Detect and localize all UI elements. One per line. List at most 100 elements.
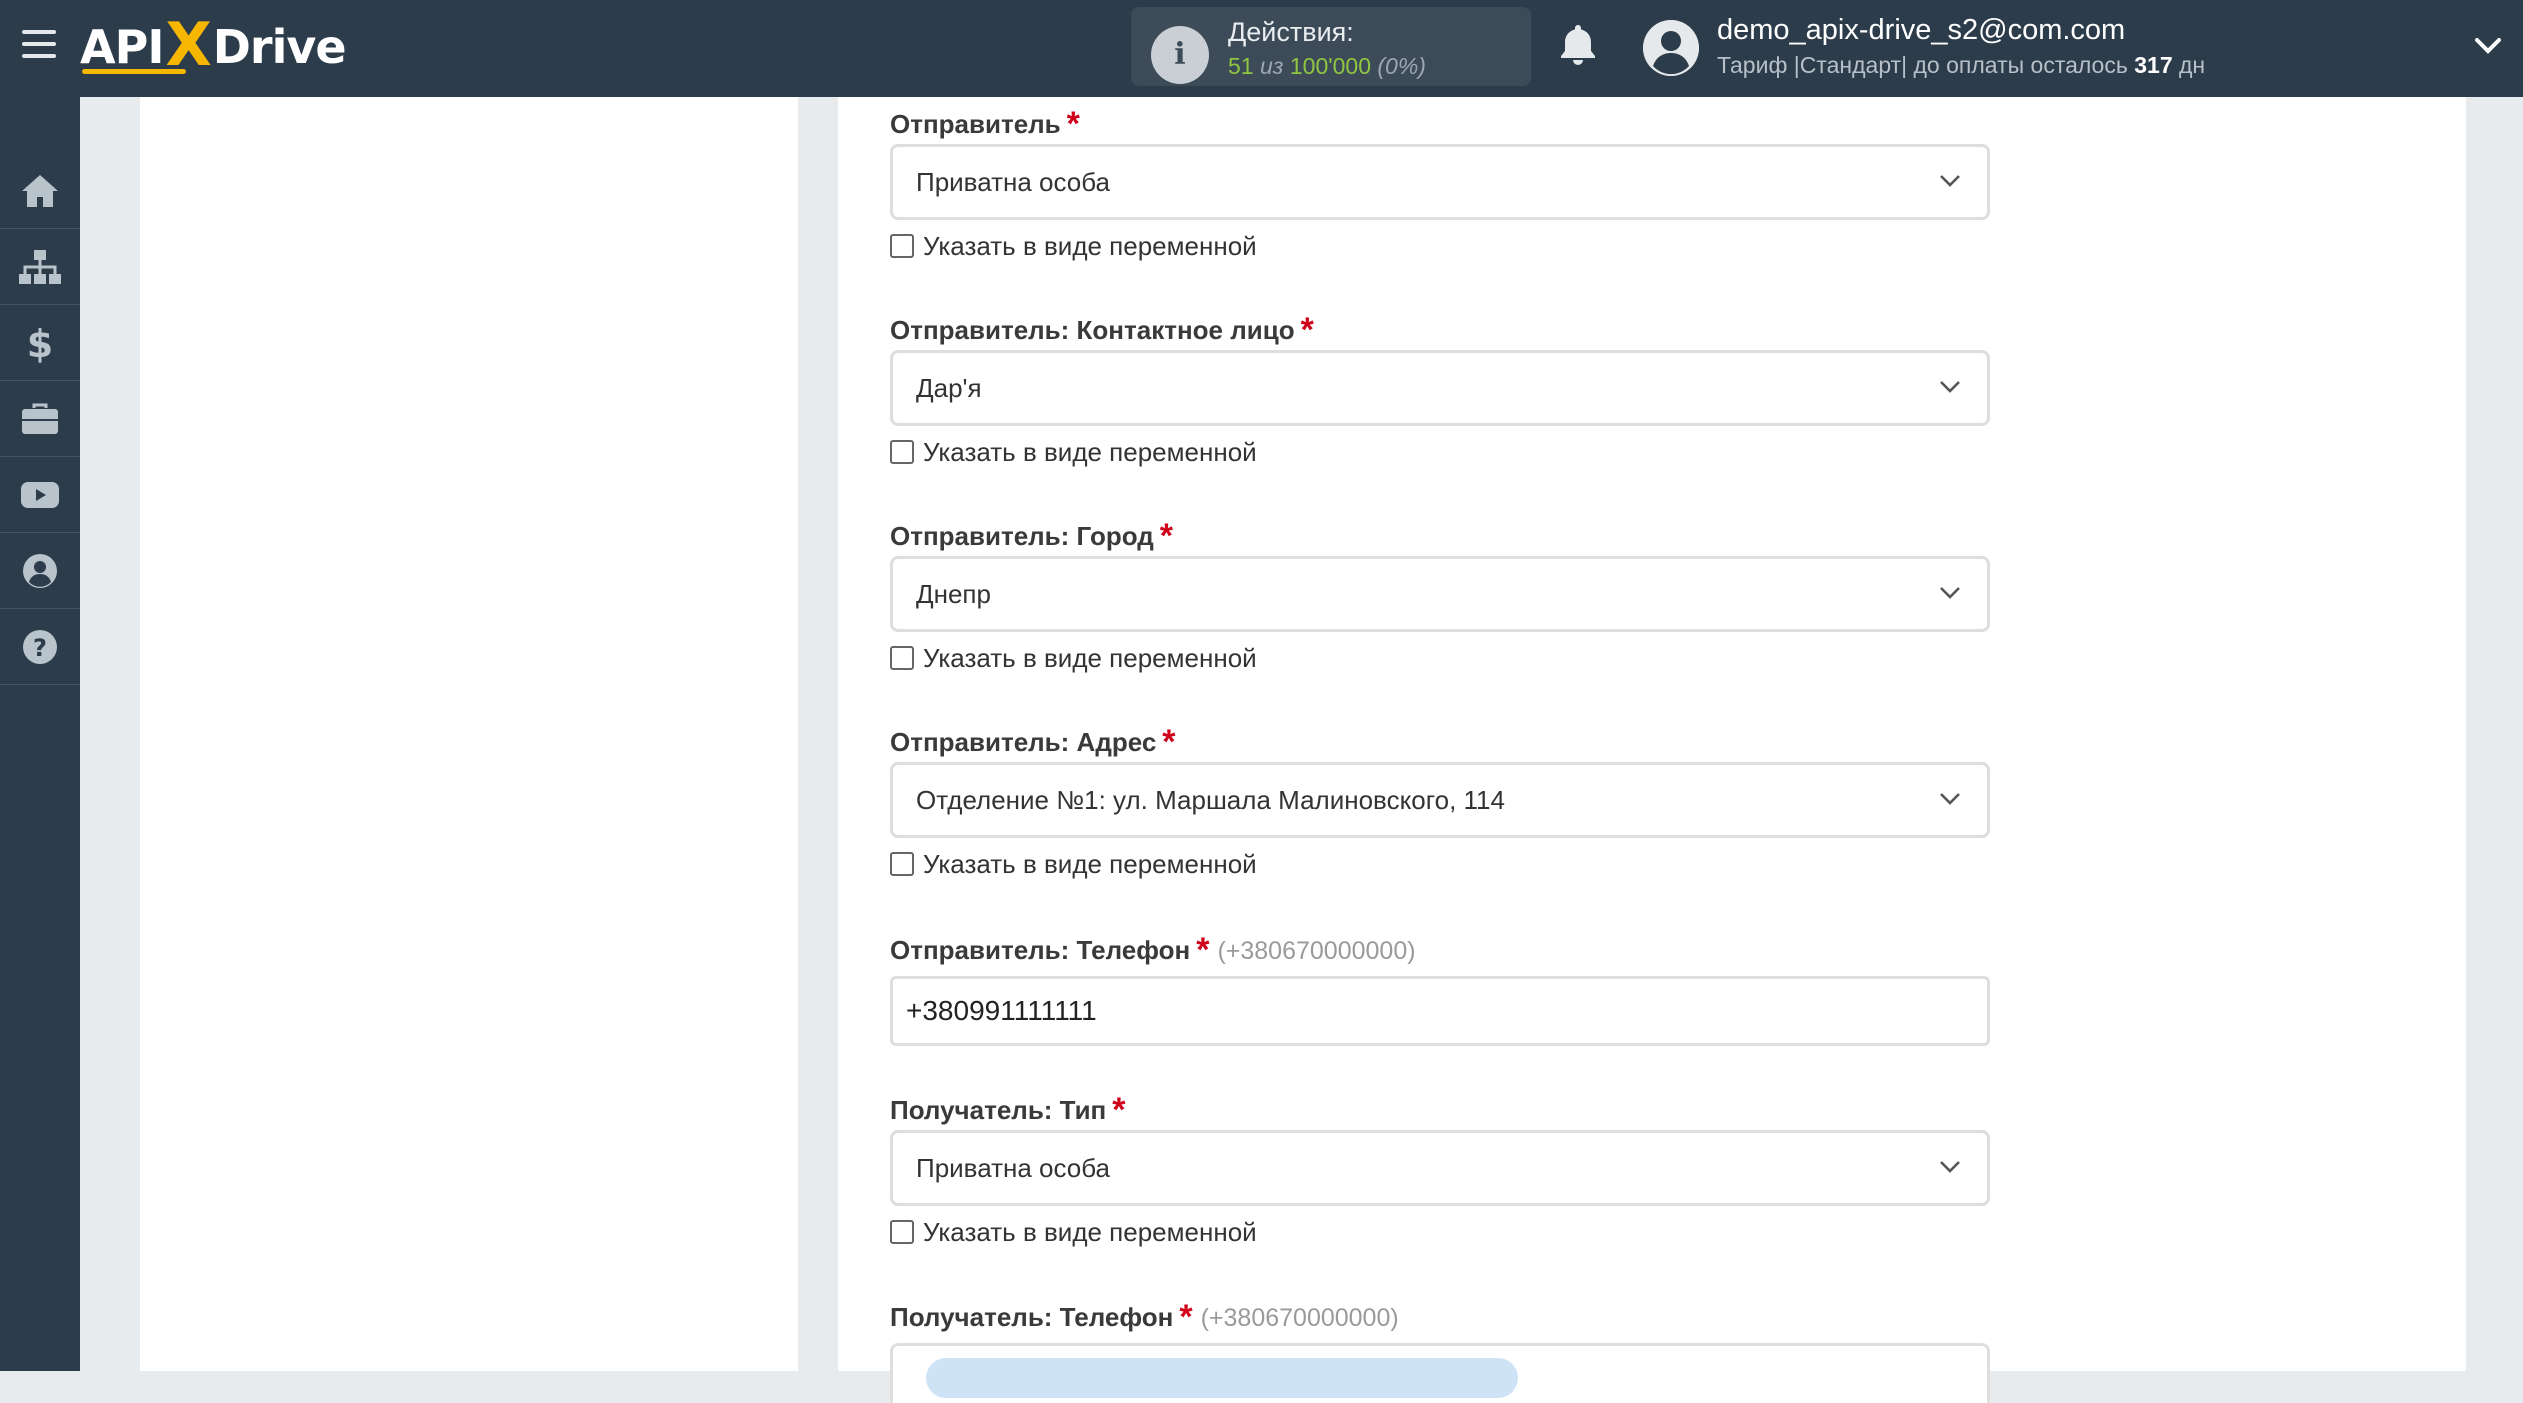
avatar[interactable]: [1643, 20, 1699, 76]
required-mark: *: [1162, 723, 1176, 761]
sidebar-item-services[interactable]: [0, 381, 80, 457]
field-sender-address: Отправитель: Адрес * Отделение №1: ул. Ма…: [890, 722, 1990, 884]
select-value: Приватна особа: [916, 167, 1110, 197]
field-hint: (+380670000000): [1217, 937, 1416, 965]
top-bar: API X Drive i Действия: 51 из 100'000 (0%)…: [0, 0, 2523, 97]
plan-days-unit: дн: [2179, 52, 2206, 78]
sender-city-select[interactable]: Днепр: [890, 556, 1990, 632]
checkbox-box[interactable]: [890, 234, 914, 258]
sidebar-item-videos[interactable]: [0, 457, 80, 533]
label-text: Отправитель: Адрес: [890, 727, 1157, 757]
label-text: Отправитель: [890, 109, 1061, 139]
field-sender-phone: Отправитель: Телефон * (+380670000000) +38…: [890, 930, 1990, 1046]
bell-icon[interactable]: [1558, 23, 1598, 67]
field-sender-type: Отправитель * Приватна особа Указать в ви…: [890, 104, 1990, 266]
dollar-icon: $: [27, 323, 53, 363]
sitemap-icon: [19, 249, 61, 284]
variable-checkbox[interactable]: Указать в виде переменной: [890, 1212, 1990, 1252]
plan-text: Тариф |Стандарт| до оплаты осталось: [1717, 52, 2128, 78]
field-label: Отправитель: Адрес *: [890, 722, 1990, 762]
sender-type-select[interactable]: Приватна особа: [890, 144, 1990, 220]
select-value: Дар'я: [916, 373, 982, 403]
home-icon: [22, 174, 58, 207]
checkbox-label: Указать в виде переменной: [923, 642, 1257, 673]
plan-days: 317: [2134, 52, 2173, 78]
sidebar-item-billing[interactable]: $: [0, 305, 80, 381]
actions-label: Действия:: [1228, 17, 1354, 47]
sender-address-select[interactable]: Отделение №1: ул. Маршала Малиновского, …: [890, 762, 1990, 838]
checkbox-box[interactable]: [890, 852, 914, 876]
variable-checkbox[interactable]: Указать в виде переменной: [890, 226, 1990, 266]
recipient-phone-input[interactable]: [890, 1343, 1990, 1403]
field-label: Получатель: Тип *: [890, 1090, 1990, 1130]
actions-counter[interactable]: i Действия: 51 из 100'000 (0%): [1131, 7, 1531, 86]
recipient-type-select[interactable]: Приватна особа: [890, 1130, 1990, 1206]
field-hint: (+380670000000): [1200, 1304, 1399, 1332]
label-text: Отправитель: Город: [890, 521, 1154, 551]
user-plan: Тариф |Стандарт| до оплаты осталось 317 …: [1717, 52, 2205, 79]
help-icon: ?: [23, 629, 57, 664]
svg-text:?: ?: [33, 634, 47, 662]
field-sender-city: Отправитель: Город * Днепр Указать в виде…: [890, 516, 1990, 678]
field-sender-contact: Отправитель: Контактное лицо * Дар'я Указ…: [890, 310, 1990, 472]
required-mark: *: [1179, 1298, 1193, 1336]
checkbox-box[interactable]: [890, 440, 914, 464]
left-panel: [140, 97, 798, 1371]
select-value: Отделение №1: ул. Маршала Малиновского, …: [916, 785, 1505, 815]
info-icon: i: [1151, 26, 1209, 84]
checkbox-label: Указать в виде переменной: [923, 1216, 1257, 1247]
briefcase-icon: [22, 403, 58, 434]
actions-count: 51 из 100'000 (0%): [1228, 53, 1426, 80]
select-value: Приватна особа: [916, 1153, 1110, 1183]
youtube-icon: [21, 481, 59, 508]
checkbox-label: Указать в виде переменной: [923, 230, 1257, 261]
actions-of: из: [1259, 53, 1284, 79]
field-label: Отправитель *: [890, 104, 1990, 144]
sender-phone-input[interactable]: +380991111111: [890, 976, 1990, 1046]
sidebar-item-account[interactable]: [0, 533, 80, 609]
svg-text:$: $: [27, 323, 53, 363]
menu-icon[interactable]: [22, 30, 56, 60]
chevron-down-icon: [1940, 381, 1960, 393]
field-label: Получатель: Телефон * (+380670000000): [890, 1297, 1990, 1337]
field-recipient-phone: Получатель: Телефон * (+380670000000): [890, 1297, 1990, 1403]
logo-underline: [82, 69, 186, 74]
chevron-down-icon: [1940, 1161, 1960, 1173]
label-text: Получатель: Тип: [890, 1095, 1107, 1125]
required-mark: *: [1159, 517, 1174, 555]
actions-used: 51: [1228, 53, 1254, 79]
variable-checkbox[interactable]: Указать в виде переменной: [890, 844, 1990, 884]
field-label: Отправитель: Телефон * (+380670000000): [890, 930, 1990, 970]
label-text: Отправитель: Контактное лицо: [890, 315, 1295, 345]
user-email: demo_apix-drive_s2@com.com: [1717, 14, 2126, 46]
logo-text-left: API: [80, 20, 164, 74]
chevron-down-icon: [1940, 175, 1960, 187]
required-mark: *: [1112, 1091, 1126, 1129]
variable-tag[interactable]: [926, 1358, 1518, 1398]
field-label: Отправитель: Город *: [890, 516, 1990, 556]
checkbox-box[interactable]: [890, 1220, 914, 1244]
variable-checkbox[interactable]: Указать в виде переменной: [890, 638, 1990, 678]
logo[interactable]: API X Drive: [80, 10, 347, 80]
sender-contact-select[interactable]: Дар'я: [890, 350, 1990, 426]
checkbox-label: Указать в виде переменной: [923, 848, 1257, 879]
chevron-down-icon: [1940, 587, 1960, 599]
sidebar-item-connections[interactable]: [0, 229, 80, 305]
sidebar-item-help[interactable]: ?: [0, 609, 80, 685]
checkbox-box[interactable]: [890, 646, 914, 670]
actions-total: 100'000: [1289, 53, 1371, 79]
label-text: Получатель: Телефон: [890, 1302, 1174, 1332]
logo-text-right: Drive: [212, 20, 347, 74]
sidebar: $ ?: [0, 97, 80, 1371]
field-label: Отправитель: Контактное лицо *: [890, 310, 1990, 350]
select-value: Днепр: [916, 579, 991, 609]
actions-percent: (0%): [1377, 53, 1426, 79]
checkbox-label: Указать в виде переменной: [923, 436, 1257, 467]
required-mark: *: [1300, 311, 1314, 349]
chevron-down-icon: [1940, 793, 1960, 805]
chevron-down-icon[interactable]: [2474, 34, 2502, 58]
required-mark: *: [1066, 105, 1080, 143]
variable-checkbox[interactable]: Указать в виде переменной: [890, 432, 1990, 472]
sidebar-item-home[interactable]: [0, 153, 80, 229]
user-icon: [23, 553, 57, 588]
